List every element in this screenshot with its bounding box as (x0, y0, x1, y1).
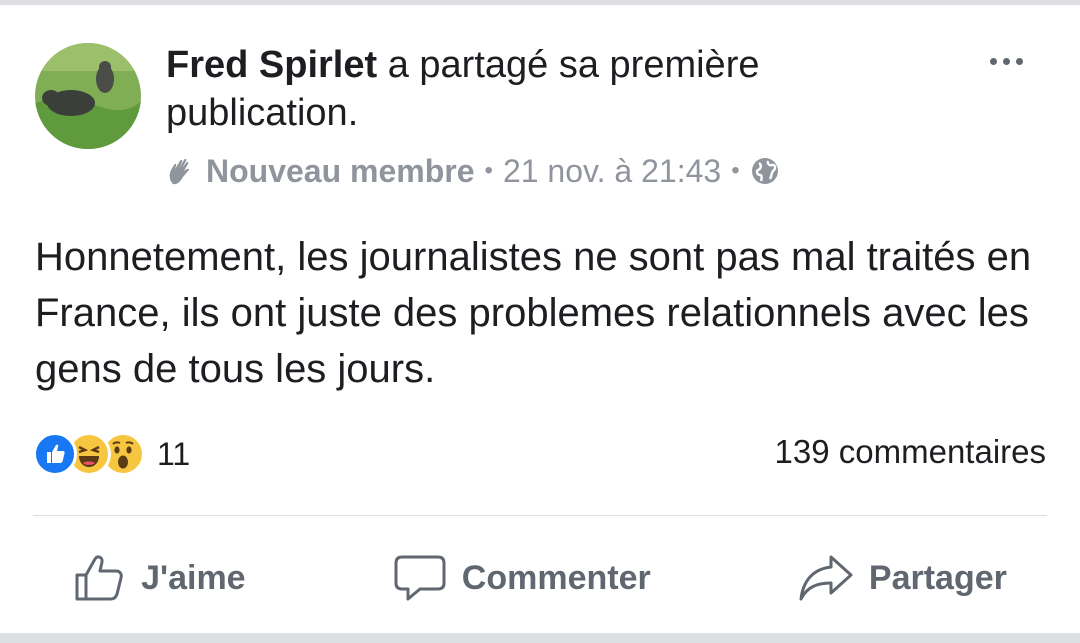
post-body: Honnetement, les journalistes ne sont pa… (35, 235, 1032, 391)
action-bar: J'aime Commenter Partager (0, 543, 1080, 613)
member-badge: Nouveau membre (206, 152, 475, 189)
like-label: J'aime (141, 558, 246, 597)
like-reaction-icon (33, 432, 77, 476)
share-label: Partager (868, 558, 1007, 597)
post-timestamp[interactable]: 21 nov. à 21:43 (503, 153, 721, 190)
globe-icon (751, 158, 778, 184)
more-dot-icon (1015, 57, 1023, 65)
reactions-count: 11 (157, 435, 191, 472)
more-options-button[interactable] (976, 43, 1036, 79)
more-dot-icon (1002, 57, 1010, 65)
avatar[interactable] (35, 43, 141, 149)
comment-label: Commenter (461, 558, 651, 597)
divider (33, 515, 1047, 516)
share-arrow-icon (799, 555, 853, 601)
waving-hand-icon (169, 158, 190, 185)
thumbs-up-icon (75, 555, 123, 601)
separator-dot: • (484, 157, 493, 184)
separator-dot: • (731, 157, 740, 184)
comment-bubble-icon (394, 555, 446, 601)
reactions-summary[interactable]: 11 (33, 431, 190, 477)
more-dot-icon (989, 57, 997, 65)
post-meta: Nouveau membre • 21 nov. à 21:43 • (166, 151, 780, 191)
share-button[interactable]: Partager (797, 551, 1007, 605)
comment-button[interactable]: Commenter (392, 551, 651, 605)
like-button[interactable]: J'aime (73, 551, 246, 605)
post-card: Fred Spirlet a partagé sa première publi… (0, 5, 1080, 633)
comments-count-link[interactable]: 139 commentaires (775, 433, 1046, 471)
post-header: Fred Spirlet a partagé sa première publi… (166, 41, 926, 137)
author-name[interactable]: Fred Spirlet (166, 44, 377, 86)
